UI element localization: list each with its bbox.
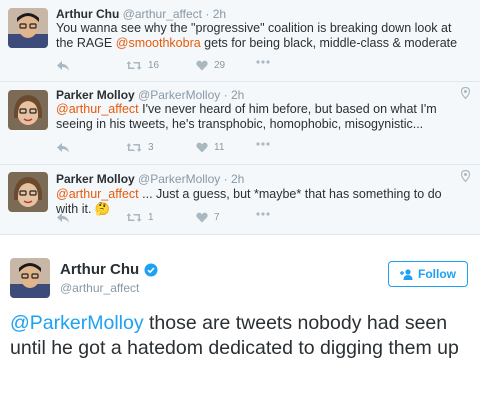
avatar[interactable]	[8, 90, 48, 130]
display-name[interactable]: Arthur Chu	[60, 261, 139, 278]
reply-arrow-icon	[57, 213, 69, 223]
reply-tweet-1[interactable]: Arthur Chu @arthur_affect · 2h You wanna…	[0, 0, 480, 82]
reply-arrow-icon	[57, 143, 69, 153]
reply-tweet-3[interactable]: Parker Molloy @ParkerMolloy · 2h @arthur…	[0, 165, 480, 235]
timestamp[interactable]: 2h	[213, 7, 226, 21]
tweet-text: @ParkerMolloy those are tweets nobody ha…	[10, 312, 459, 359]
mention-link[interactable]: @smoothkobra	[116, 36, 201, 50]
verified-badge-icon	[144, 263, 158, 276]
retweet-button[interactable]: 3	[126, 142, 154, 153]
retweet-count: 1	[148, 212, 154, 223]
add-person-icon	[400, 268, 413, 280]
reply-button[interactable]	[56, 212, 70, 224]
display-name[interactable]: Parker Molloy	[56, 172, 135, 186]
retweet-icon	[126, 61, 142, 70]
avatar[interactable]	[10, 258, 50, 298]
like-button[interactable]: 29	[196, 60, 225, 71]
display-name[interactable]: Parker Molloy	[56, 88, 135, 102]
heart-icon	[196, 60, 208, 71]
like-count: 11	[214, 142, 225, 153]
display-name[interactable]: Arthur Chu	[56, 7, 119, 21]
more-dots-icon	[256, 212, 270, 216]
retweet-count: 16	[148, 60, 160, 71]
main-tweet: Arthur Chu @arthur_affect Follow @Parker…	[0, 248, 480, 403]
location-pin-icon	[461, 87, 470, 99]
tweet-header: Arthur Chu @arthur_affect · 2h	[56, 7, 226, 21]
more-dots-icon	[256, 142, 270, 146]
like-count: 29	[214, 60, 226, 71]
retweet-icon	[126, 143, 142, 152]
timestamp[interactable]: 2h	[231, 172, 244, 186]
author-name[interactable]: Arthur Chu	[60, 261, 158, 278]
tweet-header: Parker Molloy @ParkerMolloy · 2h	[56, 172, 244, 186]
more-dots-icon	[256, 60, 270, 64]
heart-icon	[196, 142, 208, 153]
retweet-button[interactable]: 16	[126, 60, 159, 71]
separator-dot: ·	[205, 7, 210, 21]
location-pin-icon	[461, 170, 470, 182]
mention-link[interactable]: @arthur_affect	[56, 187, 139, 201]
reply-button[interactable]	[56, 60, 70, 72]
handle[interactable]: @arthur_affect	[123, 7, 202, 21]
heart-icon	[196, 212, 208, 223]
follow-label: Follow	[418, 267, 456, 281]
avatar[interactable]	[8, 8, 48, 48]
reply-button[interactable]	[56, 142, 70, 154]
handle[interactable]: @ParkerMolloy	[138, 172, 220, 186]
more-button[interactable]	[256, 142, 270, 146]
separator-dot: ·	[223, 172, 228, 186]
handle[interactable]: @ParkerMolloy	[138, 88, 220, 102]
tweet-text: You wanna see why the "progressive" coal…	[56, 21, 458, 50]
avatar[interactable]	[8, 172, 48, 212]
retweet-button[interactable]: 1	[126, 212, 154, 223]
author-handle[interactable]: @arthur_affect	[60, 281, 139, 295]
reply-arrow-icon	[57, 61, 69, 71]
mention-link[interactable]: @ParkerMolloy	[10, 312, 144, 334]
more-button[interactable]	[256, 60, 270, 64]
mention-link[interactable]: @arthur_affect	[56, 102, 139, 116]
follow-button[interactable]: Follow	[388, 261, 468, 287]
retweet-icon	[126, 213, 142, 222]
like-count: 7	[214, 212, 220, 223]
more-button[interactable]	[256, 212, 270, 216]
tweet-header: Parker Molloy @ParkerMolloy · 2h	[56, 88, 244, 102]
timestamp[interactable]: 2h	[231, 88, 244, 102]
like-button[interactable]: 7	[196, 212, 220, 223]
separator-dot: ·	[223, 88, 228, 102]
like-button[interactable]: 11	[196, 142, 224, 153]
reply-tweet-2[interactable]: Parker Molloy @ParkerMolloy · 2h @arthur…	[0, 82, 480, 165]
tweet-text: @arthur_affect I've never heard of him b…	[56, 102, 437, 131]
retweet-count: 3	[148, 142, 154, 153]
